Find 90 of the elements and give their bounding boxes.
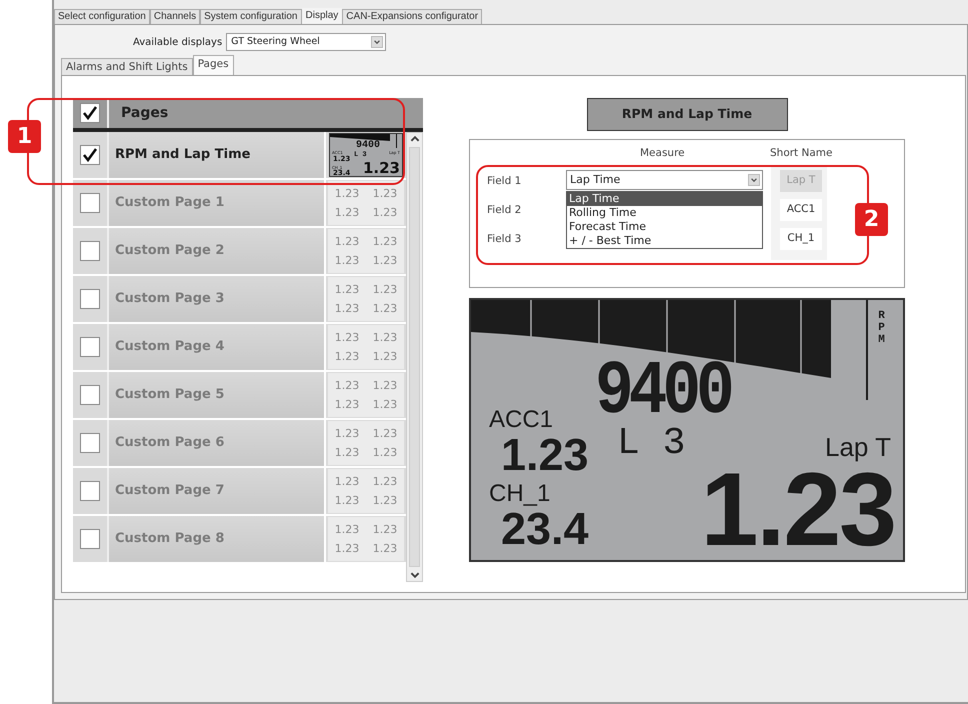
tab[interactable]: System configuration [200,9,302,24]
checkbox[interactable] [80,289,100,309]
chevron-down-icon [371,36,384,48]
field-label: Field 2 [487,203,522,218]
page-name: Custom Page 6 [109,420,324,466]
short-name-field[interactable]: CH_1 [780,228,822,250]
dropdown-option[interactable]: Rolling Time [567,206,762,220]
thumbnail-value: 1.23 [334,542,360,554]
thumbnail-value: 1.23 [372,188,398,200]
short-name-field: Lap T [780,170,822,192]
field-name: Lap T [824,434,891,460]
field-value: 1.23 [501,432,589,477]
thumbnail-value: 1.23 [334,398,360,410]
checkbox[interactable] [80,337,100,357]
callout-number: 1 [8,120,41,153]
checkbox[interactable] [80,193,100,213]
thumbnail-value: 1.23 [334,428,360,440]
page-name: Custom Page 4 [109,324,324,370]
checkmark-icon [82,105,98,121]
checkbox[interactable] [80,529,100,549]
field-value: 1.23 [362,161,400,176]
rpm-unit-label: RPM [877,310,886,346]
callout-number: 2 [855,203,888,236]
tab[interactable]: Channels [150,9,200,24]
tab[interactable]: Select configuration [54,9,150,24]
tab[interactable]: Alarms and Shift Lights [61,58,193,75]
thumbnail-value: 1.23 [334,350,360,362]
thumbnail-value: 1.23 [372,350,398,362]
rpm-value: 9400 [356,141,380,151]
checkmark-icon [82,147,98,163]
thumbnail-value: 1.23 [334,284,360,296]
column-header: Measure [640,146,685,161]
thumbnail-value: 1.23 [372,398,398,410]
thumbnail-value: 1.23 [372,542,398,554]
page-name: Custom Page 3 [109,276,324,322]
thumbnail-value: 1.23 [372,428,398,440]
checkbox[interactable] [80,481,100,501]
select-all-checkbox[interactable] [80,103,100,123]
tab[interactable]: Display [302,8,342,24]
thumbnail-value: 1.23 [372,302,398,314]
field-name: CH_1 [489,482,550,506]
checkbox[interactable] [80,385,100,405]
field-value: 23.4 [501,506,589,551]
thumbnail-value: 1.23 [372,446,398,458]
pages-header-label: Pages [120,104,168,122]
page-name: Custom Page 2 [109,228,324,274]
dropdown-option[interactable]: + / - Best Time [567,234,762,248]
dropdown-option[interactable]: Forecast Time [567,220,762,234]
thumbnail-value: 1.23 [334,188,360,200]
thumbnail-value: 1.23 [334,494,360,506]
thumbnail-value: 1.23 [372,206,398,218]
dropdown-option[interactable]: Lap Time [567,192,762,206]
page-title: RPM and Lap Time [586,98,788,131]
short-name-field[interactable]: ACC1 [780,199,822,221]
field-label: Field 1 [487,174,522,189]
thumbnail-value: 1.23 [334,236,360,248]
checkbox[interactable] [80,241,100,261]
thumbnail-value: 1.23 [334,446,360,458]
scrollbar[interactable] [406,132,423,582]
thumbnail-value: 1.23 [372,380,398,392]
scrollbar-thumb[interactable] [409,147,420,567]
field-name: ACC1 [489,408,554,432]
thumbnail-value: 1.23 [334,254,360,266]
column-header: Short Name [770,146,832,161]
available-displays-dropdown[interactable]: GT Steering Wheel [226,33,386,51]
page-name: Custom Page 5 [109,372,324,418]
thumbnail-value: 1.23 [372,524,398,536]
tab[interactable]: CAN-Expansions configurator [342,9,482,24]
chevron-down-icon [748,174,760,186]
thumbnail-value: 1.23 [372,284,398,296]
page-name: RPM and Lap Time [109,132,324,178]
page-name: Custom Page 7 [109,468,324,514]
thumbnail-value: 1.23 [334,302,360,314]
gear-value: L 3 [617,425,686,463]
thumbnail-value: 1.23 [372,236,398,248]
thumbnail-value: 1.23 [334,524,360,536]
thumbnail-value: 1.23 [372,476,398,488]
thumbnail-value: 1.23 [372,254,398,266]
thumbnail-value: 1.23 [372,494,398,506]
thumbnail-value: 1.23 [334,206,360,218]
checkbox[interactable] [80,433,100,453]
field-label: Field 3 [487,232,522,247]
thumbnail-value: 1.23 [334,332,360,344]
available-displays-label: Available displays [133,36,222,50]
thumbnail-value: 1.23 [334,476,360,488]
page-name: Custom Page 8 [109,516,324,562]
thumbnail-value: 1.23 [372,332,398,344]
tab[interactable]: Pages [192,55,234,75]
thumbnail-value: 1.23 [334,380,360,392]
checkbox[interactable] [80,145,100,165]
